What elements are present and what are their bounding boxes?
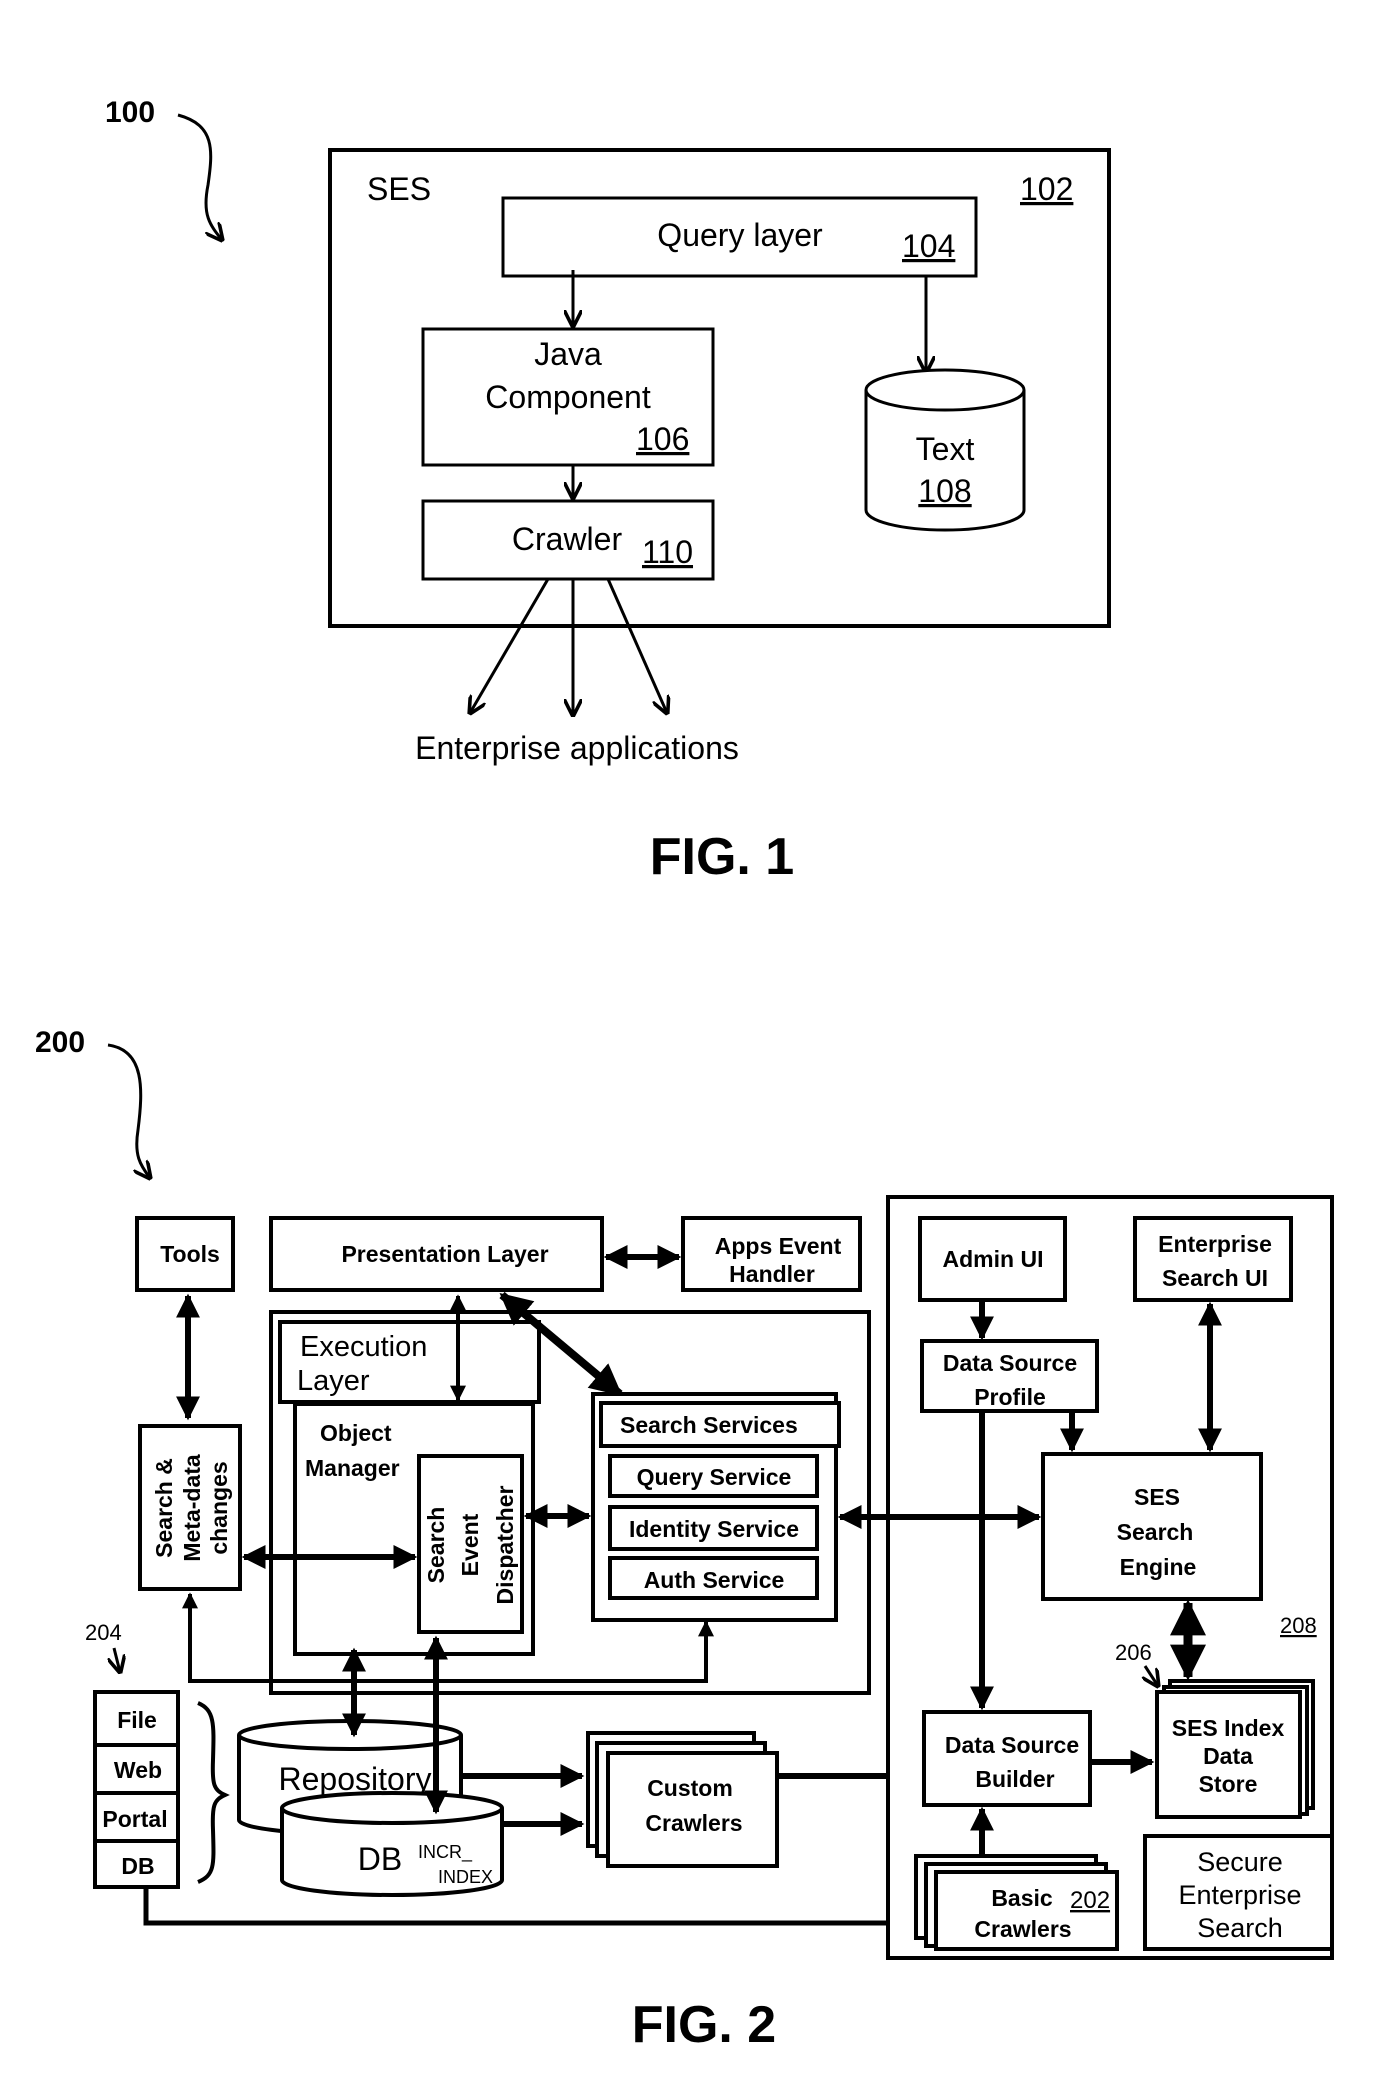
ses-ref: 102: [1020, 171, 1073, 207]
apps-event-handler-line2: Handler: [729, 1261, 815, 1287]
text-store-ref: 108: [918, 473, 971, 509]
ses-index-store-line1: SES Index: [1172, 1715, 1285, 1741]
ses-index-store-line2: Data: [1203, 1743, 1253, 1769]
object-manager-line1: Object: [320, 1420, 392, 1446]
secure-enterprise-search-line1: Secure: [1197, 1847, 1283, 1877]
sources-brace: [197, 1701, 230, 1884]
ses-search-engine-line2: Search: [1117, 1519, 1194, 1545]
enterprise-search-ui-line1: Enterprise: [1158, 1231, 1272, 1257]
basic-crawlers-ref: 202: [1070, 1887, 1110, 1914]
java-component-ref: 106: [636, 421, 689, 457]
ses-ref-208: 208: [1280, 1613, 1317, 1638]
admin-ui-label: Admin UI: [943, 1246, 1044, 1272]
db-incr-line2: INDEX: [438, 1867, 493, 1887]
ses-label: SES: [367, 171, 431, 207]
java-component-line1: Java: [534, 336, 602, 372]
search-meta-line1: Search &: [151, 1458, 177, 1558]
tools-label: Tools: [160, 1241, 220, 1267]
sources-pointer-arrow: [114, 1647, 120, 1672]
search-meta-line2: Meta-data: [179, 1454, 205, 1562]
query-layer-label: Query layer: [657, 217, 823, 253]
fig2-caption: FIG. 2: [632, 1996, 776, 2054]
crawler-ref: 110: [642, 534, 693, 570]
auth-service-label: Auth Service: [644, 1567, 785, 1593]
secure-enterprise-search-line2: Enterprise: [1178, 1880, 1301, 1910]
query-service-label: Query Service: [637, 1464, 792, 1490]
secure-enterprise-search-line3: Search: [1197, 1913, 1283, 1943]
identity-service-label: Identity Service: [629, 1516, 799, 1542]
data-source-profile-line2: Profile: [974, 1384, 1046, 1410]
fig2-leader-squiggle: [107, 1043, 150, 1178]
enterprise-search-ui-line2: Search UI: [1162, 1265, 1268, 1291]
source-portal: Portal: [102, 1806, 167, 1832]
data-source-builder-line1: Data Source: [945, 1732, 1079, 1758]
ses-search-engine-line1: SES: [1134, 1484, 1180, 1510]
figure-2: 200 Tools Presentation Layer Apps Event …: [35, 1026, 1334, 2054]
java-component-line2: Component: [485, 379, 651, 415]
basic-crawlers-line1: Basic: [991, 1885, 1053, 1911]
data-source-builder-line2: Builder: [975, 1766, 1054, 1792]
index-ref-206: 206: [1115, 1640, 1152, 1665]
patent-drawing: 100 SES 102 Query layer 104 Java Compone…: [35, 96, 1334, 2054]
search-event-dispatcher-line2: Event: [457, 1513, 483, 1576]
custom-crawlers-line2: Crawlers: [645, 1810, 742, 1836]
fig1-caption: FIG. 1: [650, 828, 794, 886]
ses-index-store-line3: Store: [1199, 1771, 1258, 1797]
sources-ref: 204: [85, 1620, 122, 1645]
figure-1: 100 SES 102 Query layer 104 Java Compone…: [105, 96, 1111, 886]
source-web: Web: [114, 1757, 162, 1783]
ses-search-engine-line3: Engine: [1120, 1554, 1197, 1580]
fig2-ref-label: 200: [35, 1026, 85, 1059]
query-layer-ref: 104: [902, 228, 955, 264]
apps-event-handler-line1: Apps Event: [715, 1233, 842, 1259]
text-store-label: Text: [916, 431, 975, 467]
crawler-label: Crawler: [512, 521, 623, 557]
enterprise-applications-label: Enterprise applications: [415, 730, 739, 766]
execution-layer-line1: Execution: [300, 1331, 427, 1363]
basic-crawlers-line2: Crawlers: [974, 1916, 1071, 1942]
source-db: DB: [121, 1853, 154, 1879]
arrow-db-basiccrawlers: [143, 1887, 912, 1933]
source-file: File: [117, 1707, 157, 1733]
execution-layer-line2: Layer: [297, 1365, 370, 1397]
search-meta-line3: changes: [206, 1461, 232, 1554]
data-source-profile-line1: Data Source: [943, 1350, 1077, 1376]
db-incr-line1: INCR_: [418, 1842, 473, 1863]
search-event-dispatcher-line3: Dispatcher: [492, 1486, 518, 1605]
search-services-header-label: Search Services: [620, 1412, 798, 1438]
custom-crawlers-line1: Custom: [647, 1775, 733, 1801]
fig1-leader-squiggle: [177, 113, 222, 240]
search-event-dispatcher-line1: Search: [423, 1507, 449, 1584]
db-label: DB: [358, 1841, 402, 1877]
object-manager-line2: Manager: [305, 1455, 400, 1481]
fig1-ref-label: 100: [105, 96, 155, 129]
presentation-layer-label: Presentation Layer: [341, 1241, 548, 1267]
